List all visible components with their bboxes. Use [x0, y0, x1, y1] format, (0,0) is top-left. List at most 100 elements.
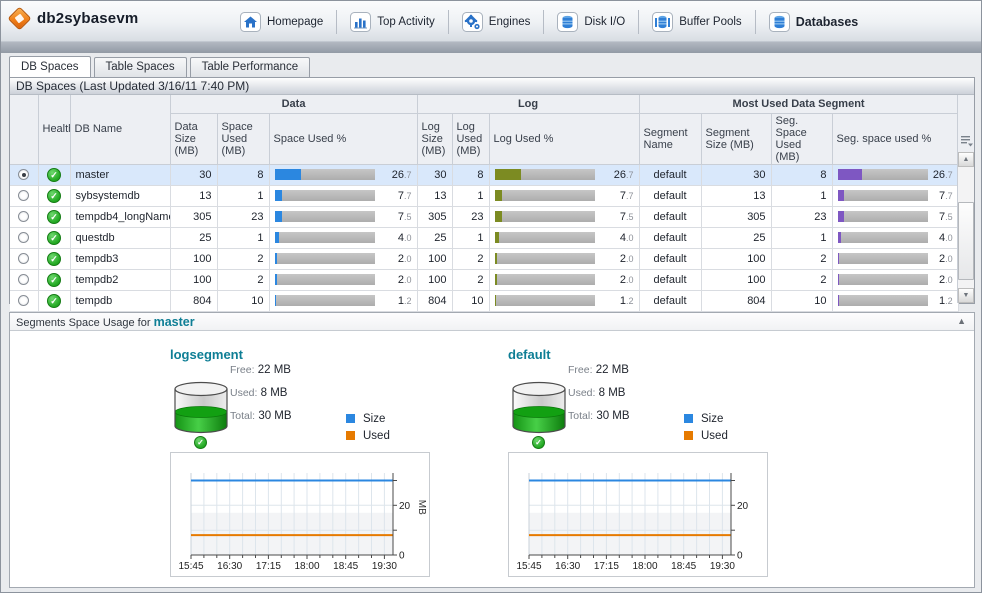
segment-pct-bar-cell: 7.7: [832, 185, 958, 206]
log-bar-track: [495, 232, 595, 243]
svg-text:16:30: 16:30: [217, 561, 242, 572]
data-bar-fill: [275, 295, 276, 306]
bar-chart-icon: [350, 12, 371, 32]
cylinder-gauge-icon: [510, 381, 568, 435]
column-header-space-used[interactable]: Space Used %: [269, 113, 417, 164]
legend-size-label: Size: [363, 413, 385, 425]
db-name-cell: tempdb: [70, 290, 170, 311]
log-pct-bar-cell: 26.7: [489, 164, 639, 185]
db-spaces-table: HealthDB NameDataLogMost Used Data Segme…: [10, 95, 959, 312]
nav-label: Top Activity: [377, 16, 435, 28]
tab-db-spaces[interactable]: DB Spaces: [9, 56, 91, 77]
table-row-tempdb3[interactable]: ✓tempdb310022.010022.0default10022.0: [10, 248, 958, 269]
segment-column-logsegment: logsegment Free: 22 MB Used: 8 MB Total:…: [162, 331, 452, 577]
space-gauge: [172, 381, 230, 440]
column-header-log-used-mb[interactable]: Log Used (MB): [452, 113, 489, 164]
row-radio-button[interactable]: [18, 295, 29, 306]
segment-pct-bar-cell: 2.0: [832, 269, 958, 290]
column-header-seg-space-used-mb[interactable]: Seg. Space Used (MB): [771, 113, 832, 164]
log-used-cell: 23: [452, 206, 489, 227]
column-chooser-icon[interactable]: [959, 133, 974, 148]
disk-io-icon: [557, 12, 578, 32]
health-ok-icon: ✓: [47, 189, 61, 203]
nav-item-homepage[interactable]: Homepage: [227, 7, 336, 37]
row-radio-button[interactable]: [18, 190, 29, 201]
table-right-rail: ▲ ▼: [957, 95, 974, 303]
column-header-data-size-mb[interactable]: Data Size (MB): [170, 113, 217, 164]
svg-text:0: 0: [399, 551, 405, 562]
buffer-pools-icon: [652, 12, 673, 32]
legend-size-label: Size: [701, 413, 723, 425]
column-header-space-used-mb[interactable]: Space Used (MB): [217, 113, 269, 164]
selector-column-header: [10, 95, 38, 164]
svg-text:MB: MB: [416, 500, 427, 515]
segment-status-ok-icon: ✓: [532, 436, 545, 449]
row-selector-cell: [10, 164, 38, 185]
collapse-panel-icon[interactable]: ▲: [957, 316, 966, 326]
row-radio-button[interactable]: [18, 274, 29, 285]
health-cell: ✓: [38, 185, 70, 206]
table-row-master[interactable]: ✓master30826.730826.7default30826.7: [10, 164, 958, 185]
nav-item-engines[interactable]: Engines: [449, 7, 544, 37]
log-pct-bar-cell: 2.0: [489, 269, 639, 290]
column-header-segment-size-mb[interactable]: Segment Size (MB): [701, 113, 771, 164]
data-size-cell: 25: [170, 227, 217, 248]
table-row-tempdb[interactable]: ✓tempdb804101.2804101.2default804101.2: [10, 290, 958, 311]
data-size-cell: 100: [170, 269, 217, 290]
segments-title-prefix: Segments Space Usage for: [16, 317, 151, 329]
line-chart: 15:4516:3017:1518:0018:4519:30020: [509, 453, 767, 576]
segment-bar-track: [838, 190, 928, 201]
health-ok-icon: ✓: [47, 294, 61, 308]
table-row-tempdb4-longname[interactable]: ✓tempdb4_longName305237.5305237.5default…: [10, 206, 958, 227]
row-radio-button[interactable]: [18, 232, 29, 243]
nav-item-top-activity[interactable]: Top Activity: [337, 7, 448, 37]
column-header-health[interactable]: Health: [38, 95, 70, 164]
vertical-scrollbar[interactable]: ▲ ▼: [958, 152, 974, 303]
log-size-cell: 100: [417, 269, 452, 290]
row-radio-button[interactable]: [18, 169, 29, 180]
column-header-log-used[interactable]: Log Used %: [489, 113, 639, 164]
tab-table-spaces[interactable]: Table Spaces: [94, 57, 187, 77]
column-header-db-name[interactable]: DB Name: [70, 95, 170, 164]
nav-item-databases[interactable]: Databases: [756, 7, 872, 37]
nav-item-disk-i-o[interactable]: Disk I/O: [544, 7, 638, 37]
svg-text:18:45: 18:45: [333, 561, 358, 572]
segment-size-cell: 25: [701, 227, 771, 248]
segment-bar-track: [838, 232, 928, 243]
table-row-tempdb2[interactable]: ✓tempdb210022.010022.0default10022.0: [10, 269, 958, 290]
free-label: Free:: [568, 364, 593, 376]
scroll-thumb[interactable]: [958, 202, 974, 280]
nav-label: Disk I/O: [584, 16, 625, 28]
used-label: Used:: [230, 387, 257, 399]
row-radio-button[interactable]: [18, 253, 29, 264]
scroll-down-button[interactable]: ▼: [958, 288, 974, 303]
segment-size-cell: 804: [701, 290, 771, 311]
health-ok-icon: ✓: [47, 168, 61, 182]
row-radio-button[interactable]: [18, 211, 29, 222]
cylinder-gauge-icon: [172, 381, 230, 435]
table-row-questdb[interactable]: ✓questdb2514.02514.0default2514.0: [10, 227, 958, 248]
segments-panel: Segments Space Usage for master ▲ logseg…: [9, 312, 975, 588]
segment-bar-track: [838, 274, 928, 285]
tab-table-performance[interactable]: Table Performance: [190, 57, 311, 77]
column-header-seg-space-used[interactable]: Seg. space used %: [832, 113, 958, 164]
log-size-cell: 13: [417, 185, 452, 206]
health-cell: ✓: [38, 248, 70, 269]
column-header-log-size-mb[interactable]: Log Size (MB): [417, 113, 452, 164]
used-value: 8 MB: [261, 387, 288, 399]
log-bar-fill: [495, 232, 499, 243]
data-pct-bar-cell: 7.7: [269, 185, 417, 206]
svg-text:20: 20: [737, 501, 749, 512]
nav-item-buffer-pools[interactable]: Buffer Pools: [639, 7, 754, 37]
log-size-cell: 305: [417, 206, 452, 227]
segment-bar-track: [838, 211, 928, 222]
db-name-cell: questdb: [70, 227, 170, 248]
table-row-sybsystemdb[interactable]: ✓sybsystemdb1317.71317.7default1317.7: [10, 185, 958, 206]
scroll-up-button[interactable]: ▲: [958, 152, 974, 167]
legend-size-swatch: [684, 414, 693, 423]
svg-text:18:45: 18:45: [671, 561, 696, 572]
data-size-cell: 100: [170, 248, 217, 269]
group-header-most-used-data-segment: Most Used Data Segment: [639, 95, 958, 113]
log-used-cell: 2: [452, 248, 489, 269]
column-header-segment-name[interactable]: Segment Name: [639, 113, 701, 164]
